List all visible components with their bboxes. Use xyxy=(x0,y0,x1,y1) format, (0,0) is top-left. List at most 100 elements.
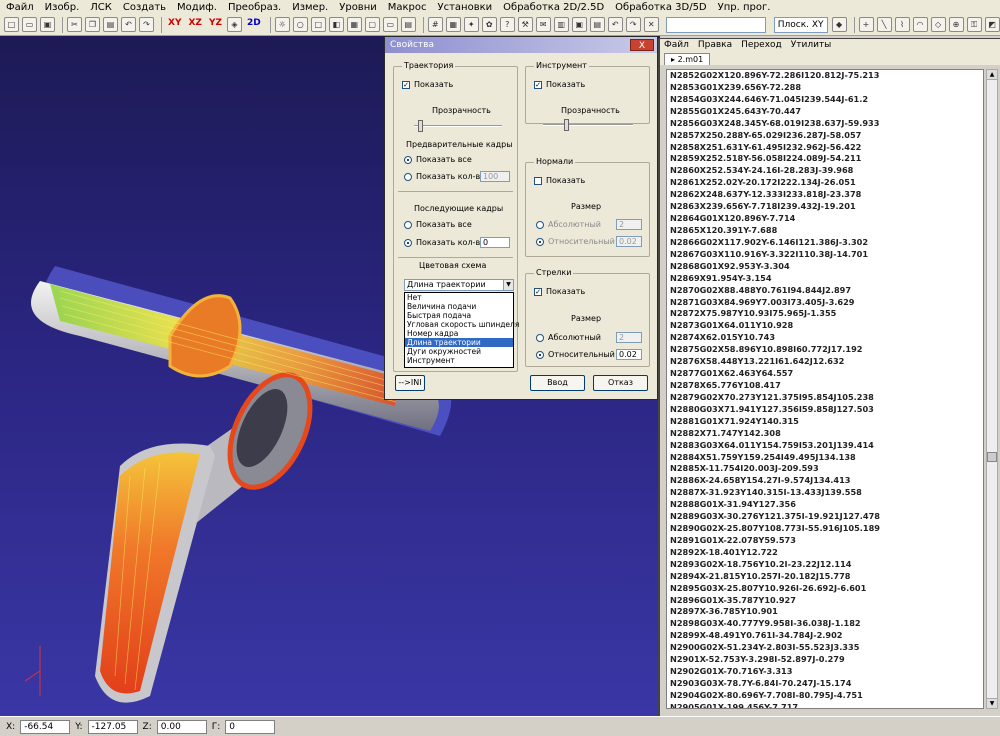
mirror-icon[interactable]: ◧ xyxy=(328,17,344,32)
editor-scrollbar[interactable]: ▲ ▼ xyxy=(986,69,998,709)
screen-icon[interactable]: ▤ xyxy=(400,17,416,32)
database-icon[interactable]: ▥ xyxy=(553,17,569,32)
menu-item[interactable]: Упр. прог. xyxy=(718,2,771,13)
copy-icon[interactable]: ❐ xyxy=(85,17,100,32)
close-button[interactable]: X xyxy=(630,39,654,51)
menu-item[interactable]: Изобр. xyxy=(45,2,80,13)
arrows-absolute-input[interactable]: 2 xyxy=(616,332,642,343)
ok-button[interactable]: Ввод xyxy=(530,375,585,391)
code-line[interactable]: N2895G03X-25.807Y10.926I-26.692J-6.601 xyxy=(667,583,983,595)
color-scheme-select[interactable]: Длина траектории ▼ xyxy=(404,279,514,291)
code-line[interactable]: N2865X120.391Y-7.688 xyxy=(667,225,983,237)
color-scheme-option[interactable]: Нет xyxy=(405,293,513,302)
view-xy-button[interactable]: XY xyxy=(166,17,183,32)
code-line[interactable]: N2884X51.759Y159.254I49.495J134.138 xyxy=(667,452,983,464)
code-line[interactable]: N2894X-21.815Y10.257I-20.182J15.778 xyxy=(667,571,983,583)
code-line[interactable]: N2879G02X70.273Y121.375I95.854J105.238 xyxy=(667,392,983,404)
code-line[interactable]: N2858X251.631Y-61.495I232.962J-56.422 xyxy=(667,142,983,154)
circle-icon[interactable]: ○ xyxy=(292,17,308,32)
arrows-absolute-radio[interactable]: Абсолютный xyxy=(536,333,601,342)
code-line[interactable]: N2899X-48.491Y0.761I-34.784J-2.902 xyxy=(667,630,983,642)
paste-icon[interactable]: ▤ xyxy=(103,17,118,32)
menu-item[interactable]: Модиф. xyxy=(177,2,217,13)
code-line[interactable]: N2889G03X-30.276Y121.375I-19.921J127.478 xyxy=(667,511,983,523)
editor-menu-item[interactable]: Правка xyxy=(698,40,732,50)
color-scheme-dropdown[interactable]: Нет Величина подачи Быстрая подача Угловая … xyxy=(404,292,519,368)
code-line[interactable]: N2904G02X-80.696Y-7.708I-80.795J-4.751 xyxy=(667,690,983,702)
normals-absolute-input[interactable]: 2 xyxy=(616,219,642,230)
code-line[interactable]: N2903G03X-78.7Y-6.84I-70.247J-15.174 xyxy=(667,678,983,690)
normals-absolute-radio[interactable]: Абсолютный xyxy=(536,220,601,229)
code-line[interactable]: N2890G02X-25.807Y108.773I-55.916J105.189 xyxy=(667,523,983,535)
code-line[interactable]: N2859X252.518Y-56.058I224.089J-54.211 xyxy=(667,153,983,165)
redo-icon[interactable]: ↷ xyxy=(139,17,154,32)
view-yz-button[interactable]: YZ xyxy=(207,17,224,32)
color-scheme-option[interactable]: Дуги окружностей xyxy=(405,347,513,356)
prev-show-all-radio[interactable]: Показать все xyxy=(404,155,472,164)
code-line[interactable]: N2869X91.954Y-3.154 xyxy=(667,273,983,285)
undo-icon[interactable]: ↶ xyxy=(121,17,136,32)
code-line[interactable]: N2853G01X239.656Y-72.288 xyxy=(667,82,983,94)
redo2-icon[interactable]: ↷ xyxy=(625,17,641,32)
code-line[interactable]: N2886X-24.658Y154.27I-9.574J134.413 xyxy=(667,475,983,487)
color-scheme-option[interactable]: Величина подачи xyxy=(405,302,513,311)
prev-count-input[interactable]: 100 xyxy=(480,171,510,182)
code-line[interactable]: N2875G02X58.896Y10.898I60.772J17.192 xyxy=(667,344,983,356)
color-scheme-option[interactable]: Быстрая подача xyxy=(405,311,513,320)
layers-icon[interactable]: ▦ xyxy=(346,17,362,32)
next-count-input[interactable]: 0 xyxy=(480,237,510,248)
code-line[interactable]: N2882X71.747Y142.308 xyxy=(667,428,983,440)
editor-menu-item[interactable]: Утилиты xyxy=(791,40,832,50)
code-line[interactable]: N2905G01X-199.456Y-7.717 xyxy=(667,702,983,708)
code-line[interactable]: N2873G01X64.011Y10.928 xyxy=(667,320,983,332)
tool-transparency-slider[interactable] xyxy=(543,119,633,131)
intersect-icon[interactable]: ⊕ xyxy=(948,17,964,32)
point-icon[interactable]: + xyxy=(858,17,874,32)
code-line[interactable]: N2852G02X120.896Y-72.286I120.812J-75.213 xyxy=(667,70,983,82)
code-line[interactable]: N2860X252.534Y-24.16I-28.283J-39.968 xyxy=(667,165,983,177)
open-file-icon[interactable]: ▭ xyxy=(22,17,37,32)
code-line[interactable]: N2862X248.637Y-12.333I233.818J-23.378 xyxy=(667,189,983,201)
code-line[interactable]: N2870G02X88.488Y0.761I94.844J2.897 xyxy=(667,285,983,297)
color-scheme-option[interactable]: Инструмент xyxy=(405,356,513,365)
trajectory-show-checkbox[interactable]: ✓ Показать xyxy=(402,80,453,89)
gear-icon[interactable]: ☼ xyxy=(274,17,290,32)
code-line[interactable]: N2883G03X64.011Y154.759I53.201J139.414 xyxy=(667,440,983,452)
message-icon[interactable]: ✉ xyxy=(535,17,551,32)
code-line[interactable]: N2863X239.656Y-7.718I239.432J-19.201 xyxy=(667,201,983,213)
palette-icon[interactable]: ✿ xyxy=(481,17,497,32)
chamfer-icon[interactable]: ◩ xyxy=(984,17,1000,32)
code-line[interactable]: N2877G01X62.463Y64.557 xyxy=(667,368,983,380)
menu-item[interactable]: Обработка 2D/2.5D xyxy=(503,2,604,13)
table-icon[interactable]: ▦ xyxy=(445,17,461,32)
code-line[interactable]: N2878X65.776Y108.417 xyxy=(667,380,983,392)
shape-icon[interactable]: ◇ xyxy=(930,17,946,32)
code-line[interactable]: N2861X252.02Y-20.172I222.134J-26.051 xyxy=(667,177,983,189)
monitor-icon[interactable]: ▭ xyxy=(382,17,398,32)
normals-show-checkbox[interactable]: Показать xyxy=(534,176,585,185)
properties-icon[interactable]: ▣ xyxy=(571,17,587,32)
arrows-relative-input[interactable]: 0.02 xyxy=(616,349,642,360)
scroll-thumb[interactable] xyxy=(987,452,997,462)
code-line[interactable]: N2867G03X110.916Y-3.322I110.38J-14.701 xyxy=(667,249,983,261)
grid-icon[interactable]: # xyxy=(427,17,443,32)
code-line[interactable]: N2893G02X-18.756Y10.2I-23.22J12.114 xyxy=(667,559,983,571)
view-xz-button[interactable]: XZ xyxy=(186,17,203,32)
plane-select[interactable]: Плоск. XY xyxy=(773,16,828,33)
level-combo[interactable] xyxy=(665,16,766,33)
menu-item[interactable]: ЛСК xyxy=(90,2,112,13)
color-scheme-option[interactable]: Длина траектории xyxy=(405,338,513,347)
code-line[interactable]: N2881G01X71.924Y140.315 xyxy=(667,416,983,428)
wand-icon[interactable]: ✦ xyxy=(463,17,479,32)
tool-icon[interactable]: ⚒ xyxy=(517,17,533,32)
code-line[interactable]: N2868G01X92.953Y-3.304 xyxy=(667,261,983,273)
prev-show-count-radio[interactable]: Показать кол-во xyxy=(404,172,485,181)
nc-code-list[interactable]: N2852G02X120.896Y-72.286I120.812J-75.213… xyxy=(666,69,984,709)
view-iso-icon[interactable]: ◈ xyxy=(226,17,242,32)
arrows-relative-radio[interactable]: Относительный xyxy=(536,350,615,359)
next-show-count-radio[interactable]: Показать кол-во xyxy=(404,238,485,247)
line-icon[interactable]: ╲ xyxy=(876,17,892,32)
menu-item[interactable]: Макрос xyxy=(388,2,427,13)
menu-item[interactable]: Установки xyxy=(438,2,493,13)
chevron-down-icon[interactable]: ▼ xyxy=(503,280,513,290)
